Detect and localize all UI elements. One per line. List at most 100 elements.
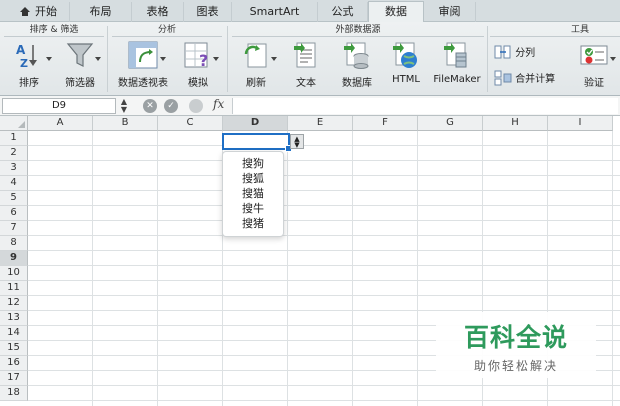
- database-import-button[interactable]: 数据库: [334, 40, 380, 89]
- ribbon-data: 排序 & 筛选 分析 外部数据源 工具 A Z 排序 筛选器 数据透视表 ? 模…: [0, 22, 620, 96]
- tab-layout[interactable]: 布局: [70, 2, 132, 22]
- tab-review[interactable]: 审阅: [424, 2, 476, 22]
- chevron-down-icon[interactable]: [610, 57, 616, 61]
- filemaker-import-button[interactable]: FileMaker: [430, 40, 484, 85]
- grid-line: [157, 131, 158, 406]
- name-box-stepper-icon[interactable]: ▲ ▼: [118, 98, 130, 114]
- sort-az-icon: A Z: [16, 43, 37, 70]
- tab-label: 审阅: [438, 5, 461, 18]
- formula-input[interactable]: [232, 98, 618, 114]
- grid-line: [28, 250, 620, 251]
- tab-home[interactable]: 开始: [8, 2, 70, 22]
- grid-line: [28, 235, 620, 236]
- dropdown-item[interactable]: 搜猪: [223, 216, 283, 231]
- dropdown-item[interactable]: 搜猫: [223, 186, 283, 201]
- chevron-down-icon[interactable]: [271, 57, 277, 61]
- database-import-label: 数据库: [342, 78, 372, 89]
- row-header[interactable]: 14: [0, 326, 28, 341]
- row-header[interactable]: 11: [0, 281, 28, 296]
- row-header[interactable]: 15: [0, 341, 28, 356]
- column-header[interactable]: D: [223, 116, 288, 131]
- svg-text:A: A: [16, 43, 26, 57]
- refresh-button[interactable]: 刷新: [236, 40, 276, 89]
- row-header[interactable]: 5: [0, 191, 28, 206]
- grid-line: [28, 205, 620, 206]
- cancel-icon[interactable]: ✕: [143, 99, 157, 113]
- text-file-icon: [294, 42, 316, 68]
- tab-label: SmartArt: [249, 5, 300, 18]
- grid-line: [612, 131, 613, 406]
- group-divider: [232, 36, 484, 37]
- html-import-button[interactable]: HTML: [386, 40, 426, 85]
- group-divider: [490, 36, 620, 37]
- data-validation-label: 验证: [584, 78, 604, 89]
- column-header[interactable]: A: [28, 116, 93, 131]
- confirm-icon[interactable]: ✓: [164, 99, 178, 113]
- home-icon: [20, 7, 30, 16]
- row-header[interactable]: 18: [0, 386, 28, 401]
- group-title-analysis: 分析: [157, 25, 176, 35]
- dropdown-item[interactable]: 搜狐: [223, 171, 283, 186]
- column-header[interactable]: C: [158, 116, 223, 131]
- tab-tables[interactable]: 表格: [132, 2, 184, 22]
- chevron-down-icon[interactable]: [213, 57, 219, 61]
- active-cell-d9[interactable]: [222, 133, 292, 152]
- split-columns-icon: [494, 45, 511, 59]
- row-header[interactable]: 16: [0, 356, 28, 371]
- row-header[interactable]: 4: [0, 176, 28, 191]
- select-all-corner[interactable]: [0, 116, 28, 131]
- chevron-down-icon[interactable]: [46, 57, 52, 61]
- group-separator: [107, 26, 108, 92]
- name-box[interactable]: D9: [2, 98, 116, 114]
- chevron-down-icon[interactable]: [160, 57, 166, 61]
- row-header[interactable]: 2: [0, 146, 28, 161]
- row-header[interactable]: 13: [0, 311, 28, 326]
- tab-label: 表格: [146, 5, 169, 18]
- dropdown-item[interactable]: 搜狗: [223, 156, 283, 171]
- tab-label: 开始: [35, 5, 57, 18]
- grid-line: [28, 310, 620, 311]
- watermark-subtitle: 助你轻松解决: [473, 359, 558, 373]
- pivot-table-label: 数据透视表: [118, 78, 168, 89]
- column-header[interactable]: H: [483, 116, 548, 131]
- consolidate-label: 合并计算: [515, 74, 556, 85]
- row-header[interactable]: 7: [0, 221, 28, 236]
- chevron-down-icon[interactable]: [95, 57, 101, 61]
- row-header[interactable]: 12: [0, 296, 28, 311]
- tab-charts[interactable]: 图表: [184, 2, 232, 22]
- text-import-button[interactable]: 文本: [284, 40, 328, 89]
- filter-label: 筛选器: [65, 78, 95, 89]
- row-header[interactable]: 1: [0, 131, 28, 146]
- data-validation-button[interactable]: 验证: [572, 40, 616, 89]
- column-header[interactable]: F: [353, 116, 418, 131]
- refresh-icon: [244, 43, 267, 68]
- row-header[interactable]: 6: [0, 206, 28, 221]
- svg-text:?: ?: [199, 51, 208, 70]
- tab-formulas[interactable]: 公式: [318, 2, 368, 22]
- dropdown-item[interactable]: 搜牛: [223, 201, 283, 216]
- column-header[interactable]: B: [93, 116, 158, 131]
- pivot-table-button[interactable]: 数据透视表: [112, 40, 174, 89]
- tab-data[interactable]: 数据: [368, 1, 424, 23]
- insert-function-icon[interactable]: [189, 99, 203, 113]
- row-header[interactable]: 3: [0, 161, 28, 176]
- column-header[interactable]: E: [288, 116, 353, 131]
- column-header[interactable]: I: [548, 116, 613, 131]
- row-header[interactable]: 8: [0, 236, 28, 251]
- validation-dropdown-button[interactable]: ▲ ▼: [290, 134, 304, 149]
- what-if-button[interactable]: ? 模拟: [174, 40, 222, 89]
- pivot-table-icon: [128, 41, 158, 69]
- group-title-tools: 工具: [570, 25, 589, 35]
- column-header[interactable]: G: [418, 116, 483, 131]
- consolidate-button[interactable]: 合并计算: [494, 70, 555, 86]
- sort-button[interactable]: A Z 排序: [8, 40, 50, 89]
- row-header[interactable]: 10: [0, 266, 28, 281]
- tab-smartart[interactable]: SmartArt: [232, 2, 318, 22]
- fx-label[interactable]: fx: [213, 97, 224, 111]
- group-divider: [4, 36, 104, 37]
- text-to-columns-button[interactable]: 分列: [494, 44, 535, 60]
- grid-line: [28, 190, 620, 191]
- row-header[interactable]: 17: [0, 371, 28, 386]
- row-header[interactable]: 9: [0, 251, 28, 266]
- filter-button[interactable]: 筛选器: [56, 40, 104, 89]
